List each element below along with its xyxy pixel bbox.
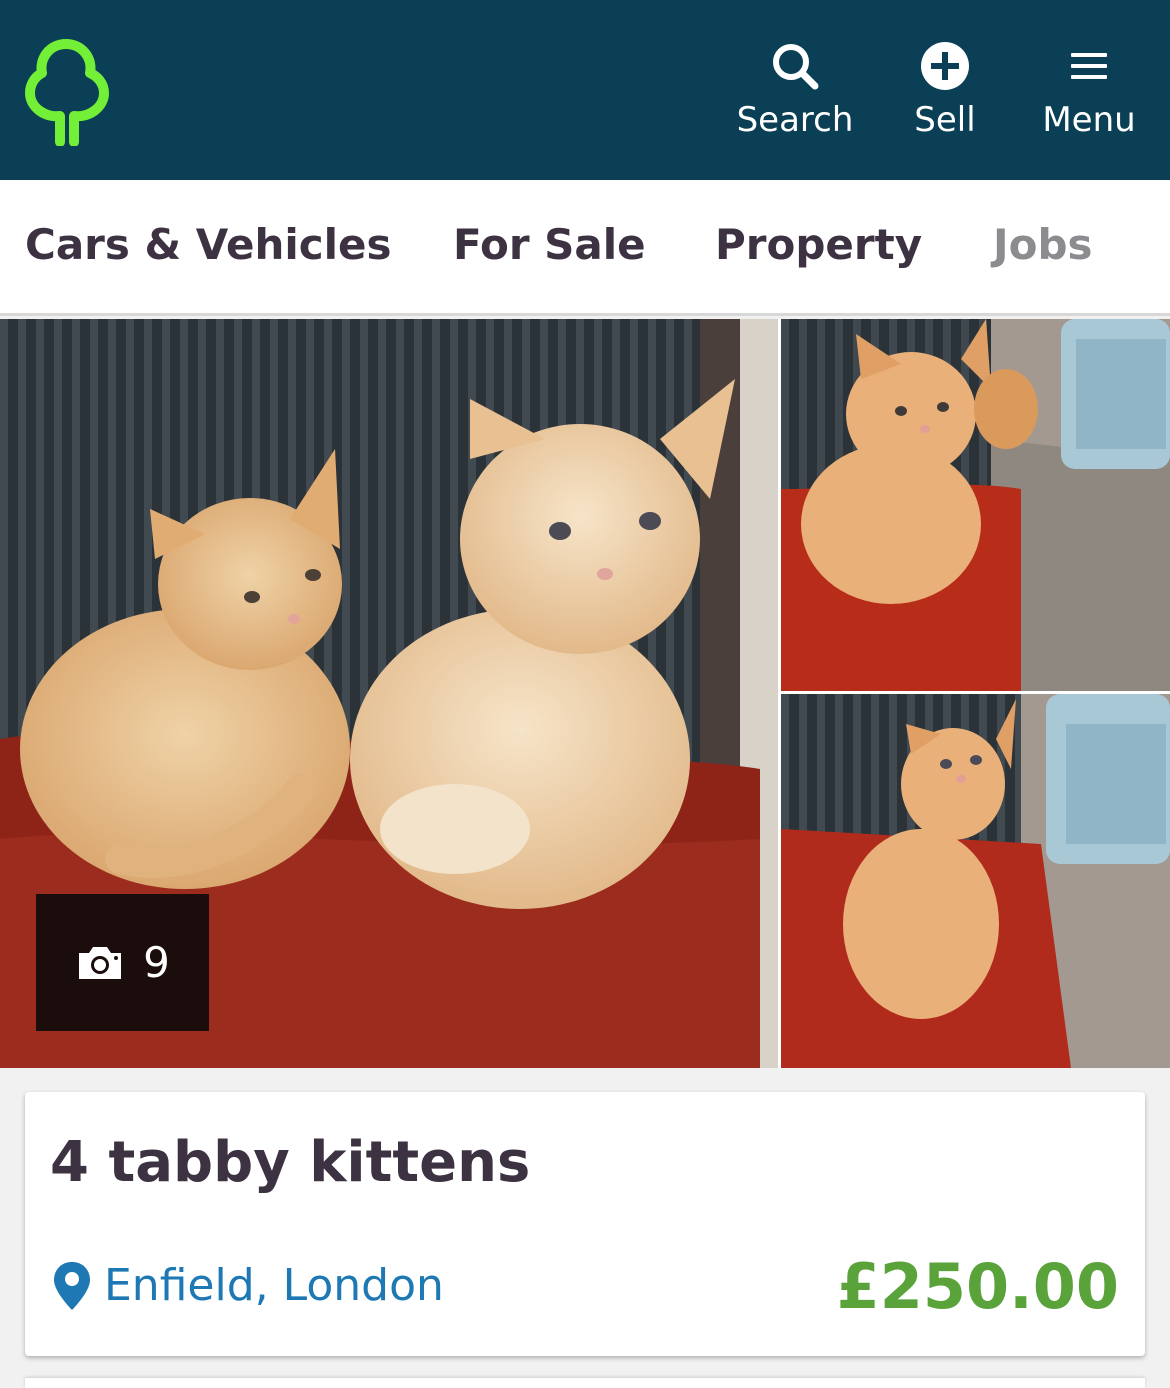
search-icon (773, 44, 819, 90)
listing-title: 4 tabby kittens (50, 1130, 531, 1195)
photo-count-badge[interactable]: 9 (36, 894, 209, 1031)
menu-label: Menu (1042, 100, 1136, 140)
sell-label: Sell (914, 100, 976, 140)
search-button[interactable]: Search (735, 40, 855, 150)
category-for-sale[interactable]: For Sale (453, 220, 646, 270)
listing-price: £250.00 (836, 1250, 1119, 1323)
top-header: Search Sell Menu (0, 0, 1170, 180)
thumbnail-photo-2[interactable] (781, 694, 1170, 1068)
listing-location[interactable]: Enfield, London (52, 1260, 444, 1312)
hamburger-icon (1071, 53, 1107, 79)
category-nav: Cars & Vehicles For Sale Property Jobs (0, 180, 1170, 316)
map-pin-icon (54, 1262, 90, 1310)
sell-button[interactable]: Sell (905, 40, 985, 150)
next-card-edge (25, 1378, 1145, 1388)
category-cars-vehicles[interactable]: Cars & Vehicles (25, 220, 392, 270)
location-text: Enfield, London (104, 1260, 444, 1311)
search-label: Search (736, 100, 854, 140)
tree-logo-icon[interactable] (22, 38, 112, 146)
category-property[interactable]: Property (715, 220, 922, 270)
menu-button[interactable]: Menu (1036, 40, 1142, 150)
category-jobs[interactable]: Jobs (993, 220, 1093, 270)
photo-gallery: 9 (0, 319, 1170, 1068)
camera-icon (79, 946, 122, 979)
thumbnail-photo-1[interactable] (781, 319, 1170, 691)
plus-circle-icon (921, 42, 969, 90)
photo-count: 9 (143, 937, 170, 987)
listing-card: 4 tabby kittens Enfield, London £250.00 (25, 1092, 1145, 1356)
